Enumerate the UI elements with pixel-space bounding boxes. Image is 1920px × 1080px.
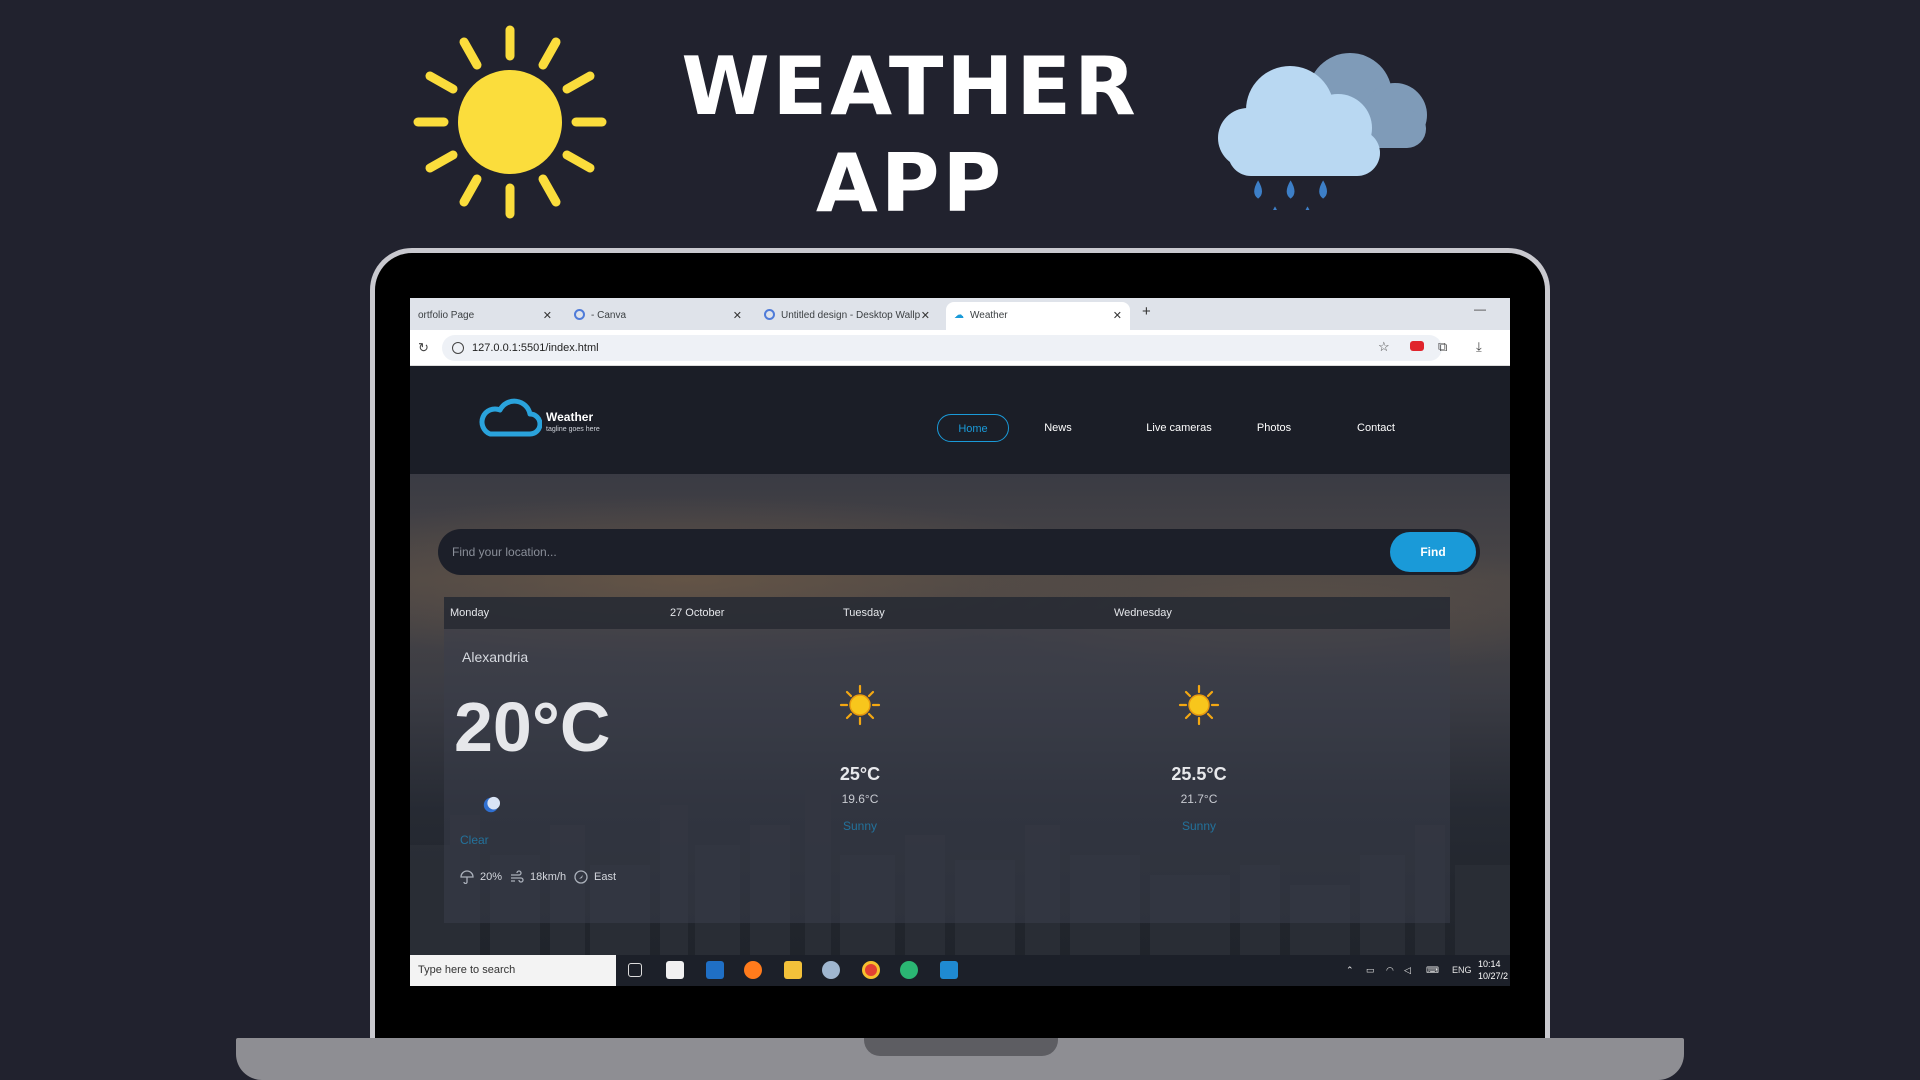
- outlook-icon[interactable]: [706, 961, 724, 979]
- moon-icon: [482, 796, 500, 819]
- close-icon[interactable]: ✕: [1113, 302, 1122, 330]
- sun-icon: [1178, 684, 1220, 731]
- close-icon[interactable]: ✕: [543, 302, 552, 330]
- info-icon[interactable]: [452, 342, 464, 354]
- reload-icon[interactable]: ↻: [418, 340, 429, 356]
- battery-icon[interactable]: ▭: [1366, 955, 1375, 986]
- forecast-header: Monday 27 October Tuesday Wednesday: [444, 597, 1450, 629]
- tab-label: Weather: [970, 310, 1008, 321]
- chrome-icon[interactable]: [862, 961, 880, 979]
- umbrella-icon: [460, 870, 474, 885]
- new-tab-button[interactable]: +: [1142, 303, 1151, 320]
- day-3-min-temp: 21.7°C: [1180, 792, 1218, 806]
- keyboard-icon[interactable]: ⌨: [1426, 955, 1439, 986]
- windows-taskbar: Type here to search ⌃ ▭ ◠ ◁ ⌨ ENG 10:14 …: [410, 955, 1510, 986]
- clock-time: 10:14: [1478, 959, 1501, 969]
- taskbar-search-field[interactable]: Type here to search: [410, 955, 616, 986]
- day-3-name: Wednesday: [1114, 607, 1172, 619]
- sun-icon: [839, 684, 881, 731]
- tab-label: Untitled design - Desktop Wallp: [781, 310, 921, 321]
- laptop-screen: ortfolio Page ✕ - Canva ✕ Untitled desig…: [410, 298, 1510, 986]
- tray-chevron-icon[interactable]: ⌃: [1346, 955, 1354, 986]
- cloud-logo-icon[interactable]: [478, 398, 543, 443]
- nav-contact[interactable]: Contact: [1346, 414, 1406, 442]
- day-2-max-temp: 25°C: [839, 764, 881, 784]
- url-text: 127.0.0.1:5501/index.html: [472, 342, 599, 354]
- task-view-icon[interactable]: [628, 963, 642, 977]
- close-icon[interactable]: ✕: [733, 302, 742, 330]
- file-explorer-icon[interactable]: [784, 961, 802, 979]
- wind-value: 18km/h: [530, 871, 567, 883]
- browser-tab-bar: ortfolio Page ✕ - Canva ✕ Untitled desig…: [410, 298, 1510, 330]
- nav-home[interactable]: Home: [937, 414, 1009, 442]
- nav-news[interactable]: News: [1028, 414, 1088, 442]
- current-temperature: 20°C: [454, 688, 611, 766]
- nav-live-cameras[interactable]: Live cameras: [1138, 414, 1220, 442]
- site-header: Weather tagline goes here Home News Live…: [410, 366, 1510, 474]
- day-3-condition: Sunny: [1181, 819, 1217, 833]
- location-search-bar: Find: [438, 529, 1480, 575]
- wind-icon: [511, 870, 524, 883]
- weather-web-page: Weather tagline goes here Home News Live…: [410, 366, 1510, 955]
- tab-canva[interactable]: - Canva ✕: [566, 302, 750, 330]
- today-day: Monday: [450, 607, 490, 619]
- hero-section: Find Monday 27 October Tuesday Wednesday…: [410, 474, 1510, 955]
- wifi-icon[interactable]: ◠: [1386, 955, 1394, 986]
- nav-photos[interactable]: Photos: [1244, 414, 1304, 442]
- promo-title-line1: WEATHER: [681, 40, 1139, 133]
- find-button[interactable]: Find: [1390, 532, 1476, 572]
- day-3-max-temp: 25.5°C: [1171, 764, 1227, 784]
- day-2-name: Tuesday: [843, 607, 885, 619]
- promo-title: WEATHER APP: [560, 38, 1260, 232]
- logo-tagline: tagline goes here: [546, 426, 600, 433]
- tab-untitled-design[interactable]: Untitled design - Desktop Wallp ✕: [756, 302, 938, 330]
- location-search-input[interactable]: [452, 529, 1352, 575]
- weather-favicon-icon: ☁: [954, 310, 964, 321]
- forecast-panel: Alexandria 20°C Clear 20% 18km/h East 25…: [444, 629, 1450, 923]
- minimize-button[interactable]: —: [1474, 302, 1486, 316]
- tab-portfolio[interactable]: ortfolio Page ✕: [410, 302, 560, 330]
- close-icon[interactable]: ✕: [921, 302, 930, 330]
- volume-icon[interactable]: ◁: [1404, 955, 1411, 986]
- store-icon[interactable]: [666, 961, 684, 979]
- download-icon[interactable]: ⤓: [1476, 339, 1482, 355]
- canva-icon: [574, 309, 585, 320]
- url-field[interactable]: 127.0.0.1:5501/index.html: [442, 335, 1442, 361]
- bookmark-star-icon[interactable]: ☆: [1378, 339, 1390, 355]
- city-name: Alexandria: [462, 649, 529, 665]
- edge-icon[interactable]: [900, 961, 918, 979]
- youtube-extension-icon[interactable]: [1410, 341, 1424, 351]
- logo-name: Weather: [546, 410, 594, 424]
- today-condition: Clear: [460, 833, 489, 847]
- firefox-icon[interactable]: [744, 961, 762, 979]
- rain-value: 20%: [480, 871, 503, 883]
- tab-weather[interactable]: ☁ Weather ✕: [946, 302, 1130, 330]
- extensions-icon[interactable]: ⧉: [1438, 339, 1447, 355]
- browser-address-bar: ↻ 127.0.0.1:5501/index.html ☆ ⧉ ⤓: [410, 330, 1510, 366]
- today-date: 27 October: [670, 607, 725, 619]
- language-indicator[interactable]: ENG: [1452, 955, 1472, 986]
- clock-date: 10/27/2: [1478, 971, 1509, 981]
- rain-chance: 20%: [460, 869, 502, 885]
- wind-direction: East: [574, 869, 616, 885]
- laptop-notch: [864, 1038, 1058, 1056]
- compass-icon: [574, 870, 588, 884]
- day-2-condition: Sunny: [842, 819, 878, 833]
- rain-cloud-icon: [1210, 40, 1435, 225]
- tab-label: - Canva: [591, 310, 627, 321]
- direction-value: East: [594, 871, 617, 883]
- system-clock[interactable]: 10:14 10/27/2: [1478, 958, 1508, 982]
- weather-app-icon[interactable]: [822, 961, 840, 979]
- wind-speed: 18km/h: [510, 869, 566, 885]
- day-2-min-temp: 19.6°C: [841, 792, 879, 806]
- canva-icon: [764, 309, 775, 320]
- vscode-icon[interactable]: [940, 961, 958, 979]
- promo-title-line2: APP: [815, 137, 1005, 230]
- tab-label: ortfolio Page: [418, 310, 475, 321]
